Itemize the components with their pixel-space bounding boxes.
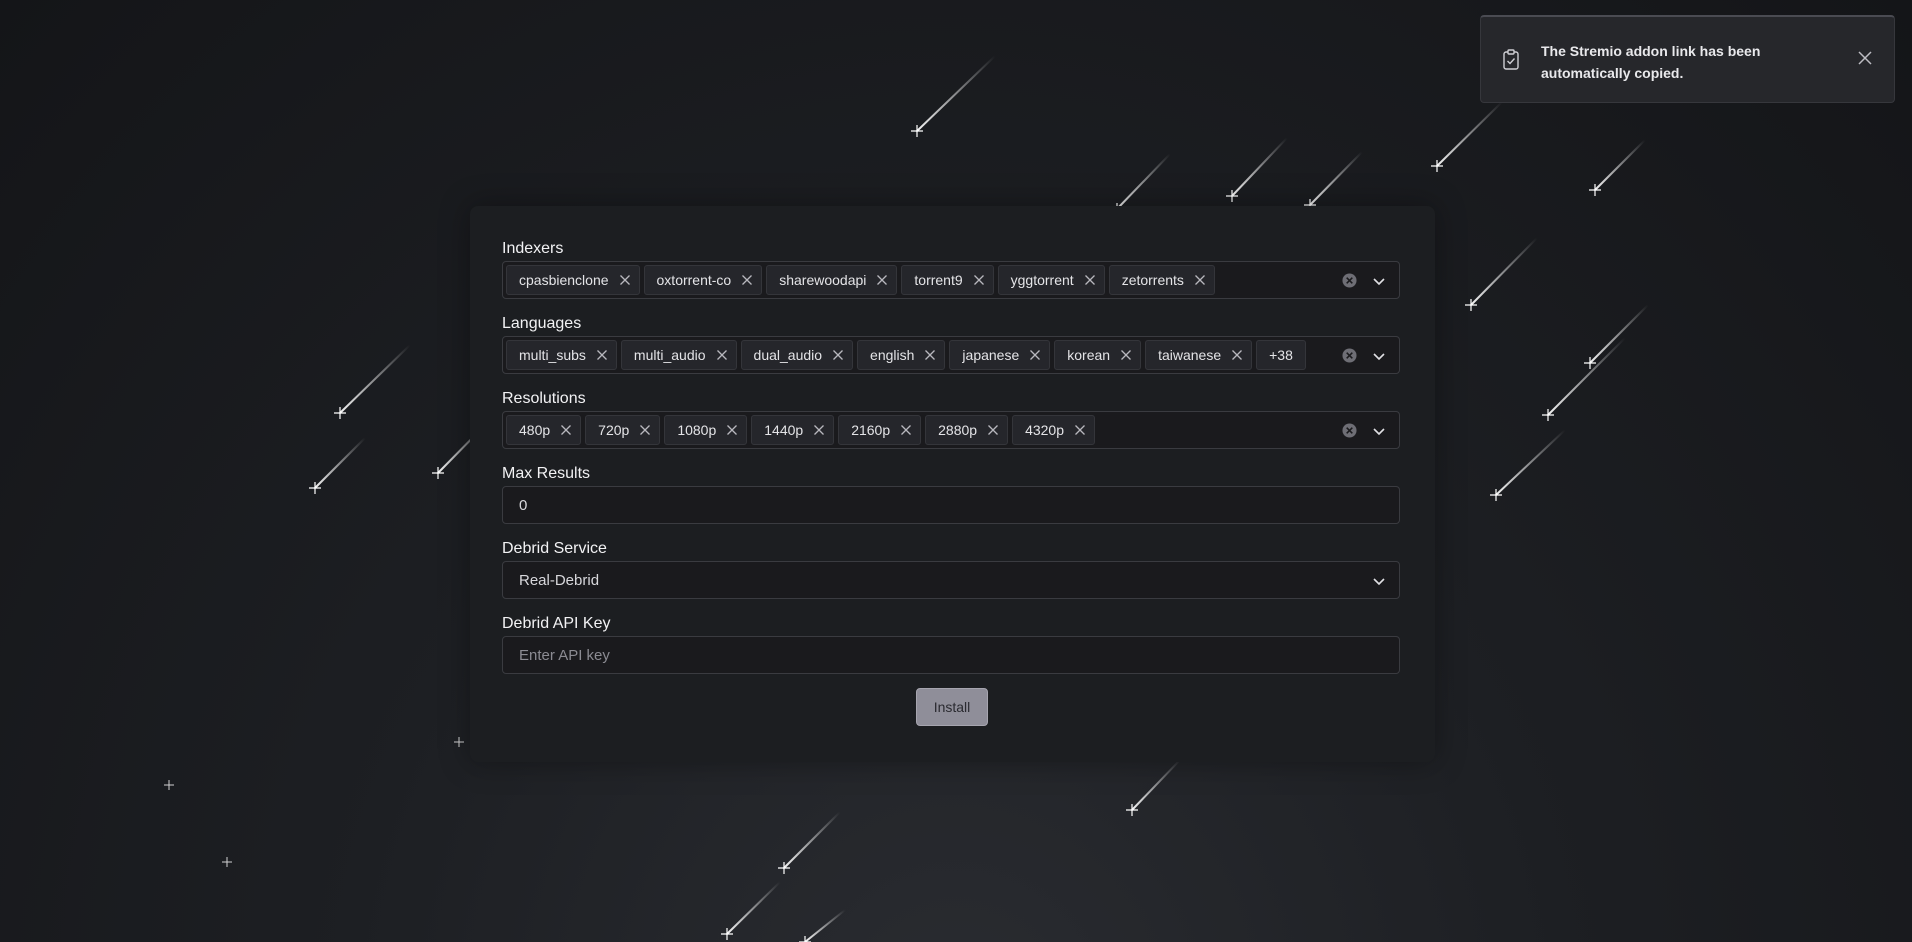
tag-label: 2160p [851,422,891,438]
x-icon[interactable] [987,424,999,436]
tag-label: multi_subs [519,347,586,363]
x-icon[interactable] [639,424,651,436]
resolutions-tag: 4320p [1012,415,1095,445]
x-icon[interactable] [1231,349,1243,361]
clear-circle-icon[interactable] [1342,423,1357,438]
x-icon[interactable] [1029,349,1041,361]
tag-label: english [870,347,915,363]
chevron-down-icon[interactable] [1371,348,1387,364]
indexers-tag: sharewoodapi [766,265,898,295]
resolutions-tag: 720p [585,415,661,445]
tag-label: oxtorrent-co [656,272,732,288]
clear-circle-icon[interactable] [1342,348,1357,363]
languages-tag: taiwanese [1145,340,1253,370]
x-icon[interactable] [596,349,608,361]
max-results-input[interactable]: 0 [502,486,1400,524]
x-icon[interactable] [1194,274,1206,286]
x-icon[interactable] [832,349,844,361]
debrid-api-key-label: Debrid API Key [502,615,611,632]
resolutions-tag: 480p [506,415,582,445]
indexers-tag: zetorrents [1108,265,1215,295]
api-key-placeholder: Enter API key [519,647,610,664]
toast-notification: The Stremio addon link has been automati… [1480,15,1895,103]
x-icon[interactable] [716,349,728,361]
languages-label: Languages [502,315,582,332]
resolutions-tag: 1080p [664,415,748,445]
x-icon[interactable] [741,274,753,286]
resolutions-tags: 480p 720p 1080p 1440p 2160p 2880p 4320p [506,415,1095,445]
languages-tag: multi_audio [620,340,737,370]
tag-label: multi_audio [633,347,706,363]
languages-tag: dual_audio [740,340,854,370]
tag-label: 720p [598,422,630,438]
x-icon[interactable] [619,274,631,286]
resolutions-multiselect[interactable]: 480p 720p 1080p 1440p 2160p 2880p 4320p [502,411,1400,449]
toast-message: The Stremio addon link has been automati… [1541,43,1761,81]
resolutions-tag: 1440p [751,415,835,445]
tag-label: taiwanese [1158,347,1222,363]
resolutions-label: Resolutions [502,390,586,407]
close-icon[interactable] [1858,51,1872,65]
debrid-service-select[interactable]: Real-Debrid [502,561,1400,599]
indexers-multiselect[interactable]: cpasbienclone oxtorrent-co sharewoodapi tor… [502,261,1400,299]
languages-more-count: +38 [1256,340,1306,370]
indexers-tag: cpasbienclone [506,265,640,295]
tag-label: 2880p [938,422,978,438]
languages-tag: japanese [949,340,1051,370]
tag-label: dual_audio [753,347,823,363]
tag-label: korean [1067,347,1111,363]
chevron-down-icon[interactable] [1371,273,1387,289]
debrid-service-value: Real-Debrid [519,572,600,589]
config-form: Indexers cpasbienclone oxtorrent-co sharew… [470,206,1435,762]
languages-tags: multi_subs multi_audio dual_audio english ja… [506,340,1306,370]
x-icon[interactable] [876,274,888,286]
indexers-tag: torrent9 [901,265,994,295]
tag-label: 4320p [1025,422,1064,438]
indexers-tag: oxtorrent-co [643,265,763,295]
tag-label: 1080p [677,422,717,438]
tag-label: japanese [962,347,1020,363]
x-icon[interactable] [813,424,825,436]
tag-label: 480p [519,422,551,438]
x-icon[interactable] [900,424,912,436]
x-icon[interactable] [1120,349,1132,361]
languages-tag: multi_subs [506,340,617,370]
max-results-label: Max Results [502,465,591,482]
debrid-api-key-input[interactable]: Enter API key [502,636,1400,674]
indexers-label: Indexers [502,240,564,257]
x-icon[interactable] [1074,424,1086,436]
languages-tag: korean [1054,340,1142,370]
languages-multiselect[interactable]: multi_subs multi_audio dual_audio english ja… [502,336,1400,374]
clipboard-check-icon [1503,49,1519,70]
max-results-value: 0 [519,497,528,514]
tag-label: sharewoodapi [779,272,867,288]
chevron-down-icon[interactable] [1371,423,1387,439]
chevron-down-icon[interactable] [1371,573,1387,589]
resolutions-tag: 2880p [925,415,1009,445]
x-icon[interactable] [560,424,572,436]
x-icon[interactable] [973,274,985,286]
debrid-service-label: Debrid Service [502,540,607,557]
indexers-tags: cpasbienclone oxtorrent-co sharewoodapi tor… [506,265,1215,295]
resolutions-tag: 2160p [838,415,922,445]
tag-label: cpasbienclone [519,272,609,288]
x-icon[interactable] [1084,274,1096,286]
tag-label: 1440p [764,422,804,438]
tag-label: yggtorrent [1010,272,1074,288]
languages-tag: english [857,340,946,370]
indexers-tag: yggtorrent [997,265,1105,295]
x-icon[interactable] [924,349,936,361]
clear-circle-icon[interactable] [1342,273,1357,288]
tag-label: torrent9 [914,272,963,288]
x-icon[interactable] [726,424,738,436]
tag-label: zetorrents [1121,272,1184,288]
install-button[interactable]: Install [916,688,988,726]
